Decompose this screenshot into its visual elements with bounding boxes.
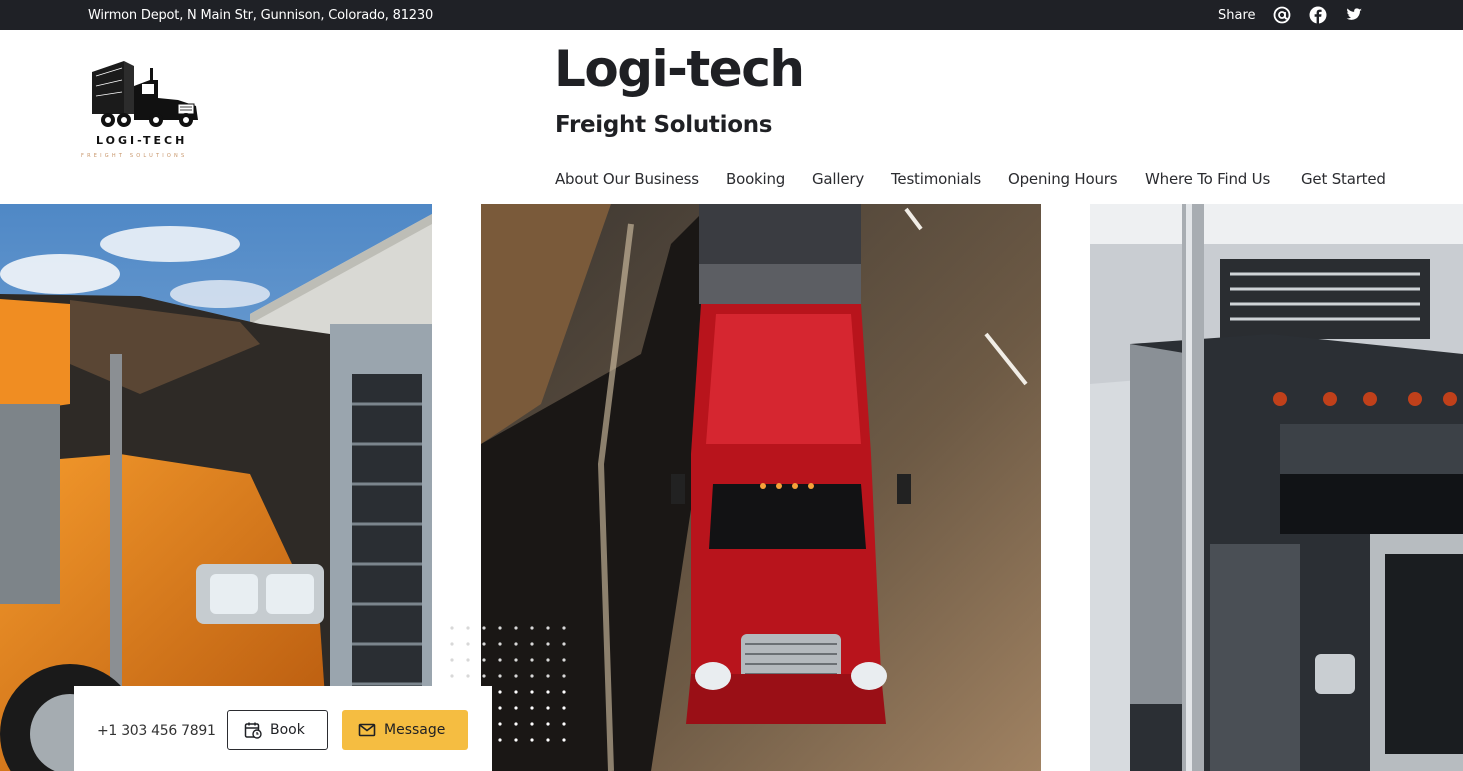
decor-dot xyxy=(514,706,518,710)
decor-dot xyxy=(498,674,502,678)
top-bar: Wirmon Depot, N Main Str, Gunnison, Colo… xyxy=(0,0,1463,30)
address-text: Wirmon Depot, N Main Str, Gunnison, Colo… xyxy=(88,8,434,23)
decor-dot xyxy=(450,674,454,678)
at-icon[interactable] xyxy=(1273,6,1291,24)
decor-dot xyxy=(562,642,566,646)
decor-dot xyxy=(514,738,518,742)
truck-logo-icon xyxy=(92,61,198,127)
decor-dot xyxy=(530,706,534,710)
decor-dot xyxy=(450,642,454,646)
site-title: Logi-tech xyxy=(554,40,805,98)
twitter-icon[interactable] xyxy=(1345,6,1363,24)
message-button-label: Message xyxy=(384,722,446,738)
decor-dot xyxy=(562,722,566,726)
decor-dot xyxy=(546,722,550,726)
site-subtitle: Freight Solutions xyxy=(555,112,773,138)
decor-dot xyxy=(562,738,566,742)
decor-dot xyxy=(562,690,566,694)
nav-item-get-started[interactable]: Get Started xyxy=(1301,170,1386,188)
nav-item-where-to-find-us[interactable]: Where To Find Us xyxy=(1145,170,1270,188)
decor-dot xyxy=(514,626,518,630)
phone-number[interactable]: +1 303 456 7891 xyxy=(97,723,216,739)
decor-dot xyxy=(546,658,550,662)
decor-dot xyxy=(562,658,566,662)
decor-dot xyxy=(530,626,534,630)
nav-item-testimonials[interactable]: Testimonials xyxy=(891,170,981,188)
decor-dot xyxy=(514,722,518,726)
decor-dot xyxy=(530,658,534,662)
decor-dot xyxy=(514,690,518,694)
decor-dot xyxy=(546,706,550,710)
decor-dot xyxy=(482,658,486,662)
decor-dot xyxy=(498,722,502,726)
decor-dot xyxy=(482,626,486,630)
decor-dot xyxy=(530,642,534,646)
decor-dot xyxy=(498,738,502,742)
main-nav: About Our Business Booking Gallery Testi… xyxy=(0,170,1463,190)
decor-dot xyxy=(514,674,518,678)
decor-dot xyxy=(546,642,550,646)
message-button[interactable]: Message xyxy=(342,710,468,750)
decor-dot xyxy=(562,706,566,710)
book-button[interactable]: Book xyxy=(227,710,328,750)
nav-item-booking[interactable]: Booking xyxy=(726,170,785,188)
brand-logo[interactable]: LOGI-TECH FREIGHT SOLUTIONS xyxy=(78,58,214,168)
logo-text: LOGI-TECH xyxy=(96,134,188,147)
envelope-icon xyxy=(358,723,376,737)
decor-dot xyxy=(482,674,486,678)
decor-dot xyxy=(514,658,518,662)
decor-dot xyxy=(466,674,470,678)
contact-bar: +1 303 456 7891 Book Message xyxy=(74,686,492,771)
nav-item-gallery[interactable]: Gallery xyxy=(812,170,864,188)
facebook-icon[interactable] xyxy=(1309,6,1327,24)
decor-dot xyxy=(498,642,502,646)
decor-dot xyxy=(562,674,566,678)
decor-dot xyxy=(498,626,502,630)
book-button-label: Book xyxy=(270,722,305,738)
logo-tagline: FREIGHT SOLUTIONS xyxy=(81,153,188,159)
decor-dot xyxy=(466,642,470,646)
decor-dot xyxy=(498,706,502,710)
decor-dot xyxy=(530,738,534,742)
decor-dot xyxy=(546,738,550,742)
decor-dot xyxy=(466,658,470,662)
decor-dot xyxy=(450,626,454,630)
decor-dot xyxy=(514,642,518,646)
decor-dot xyxy=(466,626,470,630)
decor-dot xyxy=(562,626,566,630)
decor-dot xyxy=(530,690,534,694)
decor-dot xyxy=(482,642,486,646)
nav-item-about[interactable]: About Our Business xyxy=(555,170,699,188)
decor-dot xyxy=(530,722,534,726)
decor-dot xyxy=(450,658,454,662)
decor-dot xyxy=(530,674,534,678)
decor-dot xyxy=(546,626,550,630)
hero-image-chrome-truck xyxy=(1090,204,1463,771)
nav-item-opening-hours[interactable]: Opening Hours xyxy=(1008,170,1118,188)
decor-dot xyxy=(498,658,502,662)
calendar-clock-icon xyxy=(244,722,262,739)
share-label: Share xyxy=(1218,8,1256,23)
decor-dot xyxy=(498,690,502,694)
decor-dot xyxy=(546,674,550,678)
decor-dot xyxy=(546,690,550,694)
